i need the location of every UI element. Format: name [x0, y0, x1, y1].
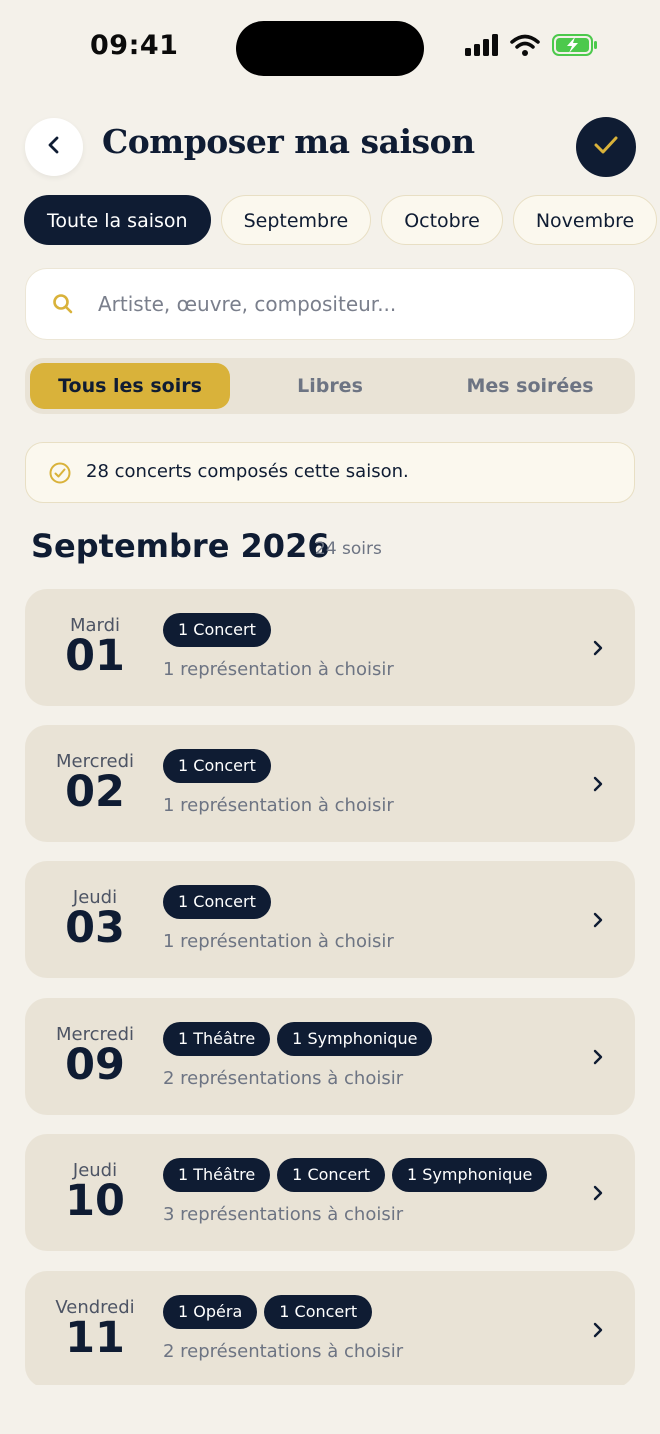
header: Composer ma saison	[0, 116, 660, 180]
day-card[interactable]: Mardi 01 1 Concert 1 représentation à ch…	[25, 589, 635, 706]
chip-novembre[interactable]: Novembre	[512, 195, 658, 245]
representations-text: 2 représentations à choisir	[163, 1341, 404, 1362]
event-tag: 1 Concert	[163, 613, 271, 647]
day-card[interactable]: Mercredi 09 1 Théâtre 1 Symphonique 2 rep…	[25, 998, 635, 1115]
check-circle-icon	[48, 461, 72, 489]
chip-octobre[interactable]: Octobre	[381, 195, 503, 245]
representations-text: 1 représentation à choisir	[163, 931, 394, 952]
day-card[interactable]: Mercredi 02 1 Concert 1 représentation à…	[25, 725, 635, 842]
chip-septembre[interactable]: Septembre	[220, 195, 372, 245]
event-tag: 1 Théâtre	[163, 1022, 271, 1056]
event-tag: 1 Concert	[277, 1158, 386, 1192]
chevron-right-icon	[591, 911, 605, 933]
event-tags: 1 Théâtre 1 Concert 1 Symphonique	[163, 1158, 554, 1192]
segment-mes-soirees[interactable]: Mes soirées	[430, 363, 630, 409]
wifi-icon	[510, 34, 540, 60]
representations-text: 1 représentation à choisir	[163, 795, 394, 816]
event-tag: 1 Symphonique	[277, 1022, 433, 1056]
chevron-right-icon	[591, 1184, 605, 1206]
search-icon	[52, 293, 74, 319]
page-title: Composer ma saison	[102, 122, 475, 161]
day-card[interactable]: Jeudi 03 1 Concert 1 représentation à ch…	[25, 861, 635, 978]
chip-toute-la-saison[interactable]: Toute la saison	[24, 195, 211, 245]
search-input[interactable]	[98, 269, 608, 339]
search-bar	[25, 268, 635, 340]
event-tag: 1 Concert	[163, 885, 271, 919]
status-time: 09:41	[90, 30, 179, 61]
day-number: 11	[65, 1313, 125, 1363]
month-filter-chips: Toute la saison Septembre Octobre Novembre	[24, 195, 660, 249]
chevron-right-icon	[591, 1048, 605, 1070]
segment-tous-les-soirs[interactable]: Tous les soirs	[30, 363, 230, 409]
event-tags: 1 Concert	[163, 613, 278, 647]
event-tag: 1 Théâtre	[163, 1158, 271, 1192]
day-number: 10	[65, 1176, 125, 1226]
notice-text: 28 concerts composés cette saison.	[86, 461, 409, 482]
representations-text: 2 représentations à choisir	[163, 1068, 404, 1089]
event-tag: 1 Concert	[163, 749, 271, 783]
representations-text: 1 représentation à choisir	[163, 659, 394, 680]
event-tag: 1 Concert	[264, 1295, 373, 1329]
status-icons	[464, 34, 598, 60]
day-number: 02	[65, 767, 125, 817]
back-button[interactable]	[25, 118, 83, 176]
segment-libres[interactable]: Libres	[230, 363, 430, 409]
month-title: Septembre 2026	[31, 527, 330, 565]
representations-text: 3 représentations à choisir	[163, 1204, 404, 1225]
event-tag: 1 Symphonique	[392, 1158, 548, 1192]
evening-filter: Tous les soirs Libres Mes soirées	[25, 358, 635, 414]
chevron-right-icon	[591, 775, 605, 797]
month-count: 24 soirs	[315, 539, 382, 559]
event-tags: 1 Théâtre 1 Symphonique	[163, 1022, 439, 1056]
day-card[interactable]: Vendredi 11 1 Opéra 1 Concert 2 représent…	[25, 1271, 635, 1385]
day-number: 01	[65, 631, 125, 681]
event-tags: 1 Concert	[163, 885, 278, 919]
day-number: 09	[65, 1040, 125, 1090]
dynamic-island	[236, 21, 424, 76]
status-bar: 09:41	[0, 0, 660, 96]
event-tags: 1 Opéra 1 Concert	[163, 1295, 379, 1329]
day-number: 03	[65, 903, 125, 953]
day-card[interactable]: Jeudi 10 1 Théâtre 1 Concert 1 Symphonique…	[25, 1134, 635, 1251]
checkmark-icon	[593, 134, 619, 160]
event-tags: 1 Concert	[163, 749, 278, 783]
event-tag: 1 Opéra	[163, 1295, 258, 1329]
chevron-right-icon	[591, 1321, 605, 1343]
season-notice: 28 concerts composés cette saison.	[25, 442, 635, 503]
confirm-button[interactable]	[576, 117, 636, 177]
signal-icon	[464, 34, 498, 60]
day-list: Mardi 01 1 Concert 1 représentation à ch…	[25, 589, 635, 1385]
chevron-left-icon	[44, 135, 64, 159]
battery-icon	[552, 34, 598, 60]
chevron-right-icon	[591, 639, 605, 661]
